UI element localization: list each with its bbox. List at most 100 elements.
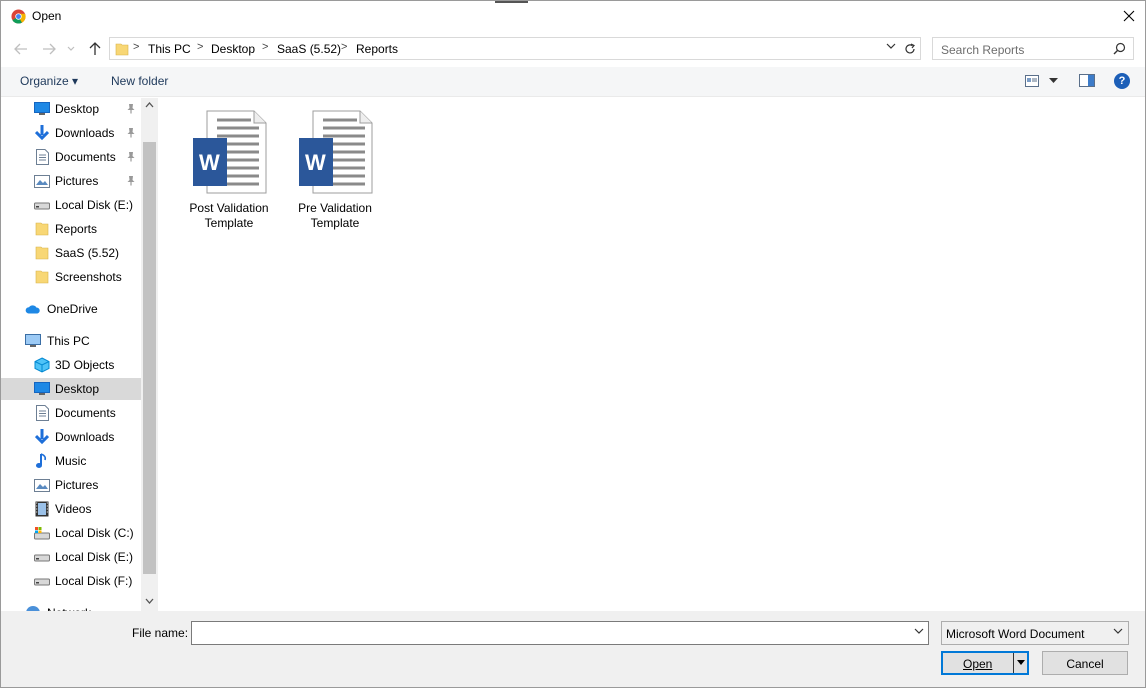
nav-item-label: Pictures xyxy=(55,478,99,492)
address-row: > This PC > Desktop > SaaS (5.52) > Repo… xyxy=(1,35,1145,63)
search-placeholder: Search Reports xyxy=(941,43,1025,57)
svg-text:W: W xyxy=(199,150,220,175)
quick-access-screenshots[interactable]: Screenshots xyxy=(1,266,141,288)
onedrive-icon xyxy=(25,301,41,317)
nav-item-this-pc[interactable]: This PC xyxy=(1,330,141,352)
videos-icon xyxy=(34,501,50,517)
breadcrumb-desktop[interactable]: Desktop xyxy=(211,42,255,56)
chevron-down-icon[interactable] xyxy=(886,43,896,50)
pin-icon xyxy=(126,103,136,117)
breadcrumb-separator: > xyxy=(341,41,348,53)
word-document-icon: W xyxy=(299,110,373,194)
quick-access-documents[interactable]: Documents xyxy=(1,146,141,168)
preview-pane-icon[interactable] xyxy=(1079,74,1095,87)
chevron-down-icon[interactable] xyxy=(1017,660,1025,665)
file-item[interactable]: W Post Validation Template xyxy=(181,110,277,231)
chevron-down-icon xyxy=(1113,628,1123,634)
title-notch xyxy=(495,1,528,3)
this-pc-pictures[interactable]: Pictures xyxy=(1,474,141,496)
recent-locations-button[interactable] xyxy=(64,39,78,59)
search-icon[interactable] xyxy=(1113,42,1126,55)
nav-item-label: SaaS (5.52) xyxy=(55,246,120,260)
nav-scrollbar[interactable] xyxy=(141,98,158,611)
nav-item-label: Local Disk (E:) xyxy=(55,198,134,212)
organize-button[interactable]: Organize ▾ xyxy=(20,74,78,88)
breadcrumb-this-pc[interactable]: This PC xyxy=(148,42,191,56)
3d-objects-icon xyxy=(34,357,50,373)
file-name-label: File name: xyxy=(132,626,189,640)
desktop-icon xyxy=(34,381,50,397)
open-button[interactable]: Open xyxy=(941,651,1029,675)
file-type-select[interactable]: Microsoft Word Document xyxy=(941,621,1129,645)
file-type-value: Microsoft Word Document xyxy=(946,627,1085,641)
view-icon[interactable] xyxy=(1025,75,1039,87)
file-item[interactable]: W Pre Validation Template xyxy=(287,110,383,231)
documents-icon xyxy=(34,405,50,421)
search-box[interactable]: Search Reports xyxy=(932,37,1134,60)
nav-item-label: Local Disk (E:) xyxy=(55,550,134,564)
nav-item-label: Screenshots xyxy=(55,270,122,284)
cancel-button[interactable]: Cancel xyxy=(1042,651,1128,675)
forward-button[interactable] xyxy=(39,39,59,59)
title-bar: Open xyxy=(1,1,1145,32)
bottom-bar: File name: Microsoft Word Document Open … xyxy=(1,611,1145,687)
refresh-button[interactable] xyxy=(899,38,920,59)
this-pc-videos[interactable]: Videos xyxy=(1,498,141,520)
nav-item-label: Videos xyxy=(55,502,92,516)
nav-item-label: Desktop xyxy=(55,102,100,116)
chevron-down-icon xyxy=(67,46,75,51)
window-title: Open xyxy=(32,9,62,23)
quick-access-reports[interactable]: Reports xyxy=(1,218,141,240)
chevron-down-icon[interactable] xyxy=(1049,78,1058,83)
quick-access-local-disk-e[interactable]: Local Disk (E:) xyxy=(1,194,141,216)
quick-access-saas-5-52[interactable]: SaaS (5.52) xyxy=(1,242,141,264)
chevron-down-icon[interactable] xyxy=(145,598,154,604)
word-document-icon: W xyxy=(193,110,267,194)
this-pc-local-disk-e[interactable]: Local Disk (E:) xyxy=(1,546,141,568)
address-bar[interactable]: > This PC > Desktop > SaaS (5.52) > Repo… xyxy=(109,37,921,60)
nav-item-label: Music xyxy=(55,454,87,468)
open-file-dialog: Open > This PC > Desktop > SaaS (5.52) >… xyxy=(0,0,1146,688)
nav-item-label: Local Disk (F:) xyxy=(55,574,133,588)
this-pc-local-disk-c[interactable]: Local Disk (C:) xyxy=(1,522,141,544)
file-name: Post Validation Template xyxy=(189,201,269,230)
help-button[interactable]: ? xyxy=(1114,73,1130,89)
nav-item-label: Pictures xyxy=(55,174,99,188)
chevron-up-icon[interactable] xyxy=(145,102,154,108)
pictures-icon xyxy=(34,173,50,189)
drive-icon xyxy=(34,197,50,213)
download-icon xyxy=(34,429,50,445)
quick-access-pictures[interactable]: Pictures xyxy=(1,170,141,192)
this-pc-desktop[interactable]: Desktop xyxy=(1,378,141,400)
pin-icon xyxy=(126,127,136,141)
breadcrumb-saas[interactable]: SaaS (5.52) xyxy=(277,42,341,56)
nav-item-label: 3D Objects xyxy=(55,358,115,372)
breadcrumb-reports[interactable]: Reports xyxy=(356,42,398,56)
quick-access-desktop[interactable]: Desktop xyxy=(1,98,141,120)
chevron-down-icon[interactable] xyxy=(914,628,924,635)
this-pc-music[interactable]: Music xyxy=(1,450,141,472)
refresh-icon xyxy=(905,42,915,53)
close-button[interactable] xyxy=(1113,1,1145,31)
nav-item-network[interactable]: Network xyxy=(1,602,141,611)
nav-item-label: Documents xyxy=(55,150,116,164)
this-pc-documents[interactable]: Documents xyxy=(1,402,141,424)
new-folder-button[interactable]: New folder xyxy=(111,74,168,88)
nav-item-onedrive[interactable]: OneDrive xyxy=(1,298,141,320)
breadcrumb-separator: > xyxy=(197,41,204,53)
this-pc-local-disk-f[interactable]: Local Disk (F:) xyxy=(1,570,141,592)
folder-icon xyxy=(34,269,50,285)
command-bar: Organize ▾ New folder ? xyxy=(1,67,1145,97)
folder-icon xyxy=(115,43,129,56)
back-button[interactable] xyxy=(11,39,31,59)
file-name-input[interactable] xyxy=(191,621,929,645)
this-pc-3d-objects[interactable]: 3D Objects xyxy=(1,354,141,376)
split-divider xyxy=(1013,653,1014,673)
up-button[interactable] xyxy=(85,39,105,59)
quick-access-downloads[interactable]: Downloads xyxy=(1,122,141,144)
pin-icon xyxy=(126,175,136,189)
nav-item-label: Reports xyxy=(55,222,98,236)
desktop-icon xyxy=(34,101,50,117)
this-pc-downloads[interactable]: Downloads xyxy=(1,426,141,448)
scrollbar-thumb[interactable] xyxy=(143,142,156,574)
